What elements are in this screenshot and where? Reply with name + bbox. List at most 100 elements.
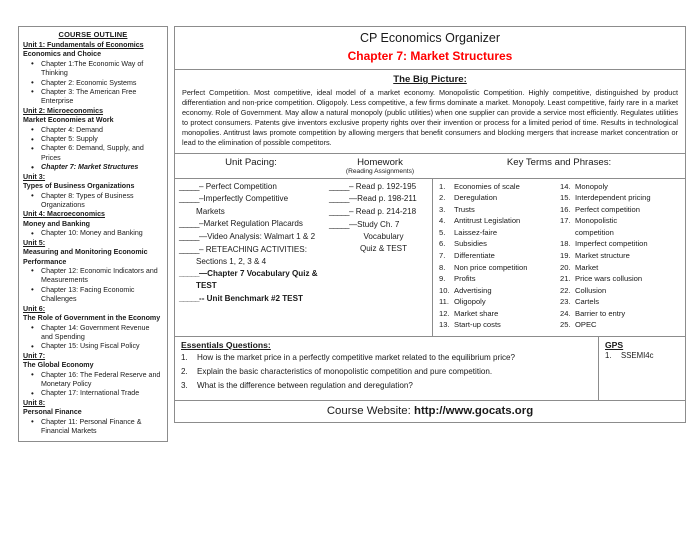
pacing-blank-line[interactable]: _____ — [179, 269, 200, 278]
pacing-blank-line[interactable]: _____ — [179, 194, 200, 203]
homework-blank-line[interactable]: _____ — [329, 220, 350, 229]
homework-item-text-cont: Quiz & TEST — [359, 244, 408, 254]
outline-chapter-list: Chapter 14: Government Revenue and Spend… — [23, 323, 163, 353]
outline-chapter-item[interactable]: Chapter 1:The Economic Way of Thinking — [28, 59, 163, 79]
footer-website: Course Website: http://www.gocats.org — [174, 401, 686, 424]
unit-pacing-heading: Unit Pacing: — [225, 156, 277, 168]
key-terms-list-right: 14. Monopoly 15. Interdependent pricing 16. P… — [560, 181, 681, 331]
key-term-item: 23. Cartels — [560, 296, 681, 308]
outline-chapter-item[interactable]: Chapter 13: Facing Economic Challenges — [28, 285, 163, 305]
outline-unit: Unit 1: Fundamentals of Economics Economi… — [23, 41, 163, 107]
homework-blank-line[interactable]: _____ — [329, 182, 350, 191]
essentials-question-list: 1. How is the market price in a perfectly… — [181, 352, 592, 392]
outline-chapter-item[interactable]: Chapter 5: Supply — [28, 135, 163, 146]
gps-item: 1. SSEMI4c — [605, 351, 680, 360]
unit-pacing-item[interactable]: _____– Perfect Competition — [179, 181, 323, 193]
document-header: CP Economics Organizer Chapter 7: Market… — [174, 26, 686, 71]
key-terms-list-left: 1. Economies of scale 2. Deregulation 3. Trus… — [439, 181, 560, 331]
outline-unit-title: Unit 2: Microeconomics — [23, 106, 104, 115]
homework-item[interactable]: _____– Read p. 214-218 — [329, 206, 428, 218]
key-term-item: 10. Advertising — [439, 285, 560, 297]
key-term-number: 13. — [439, 320, 450, 330]
key-term-text: Advertising — [454, 285, 492, 295]
unit-pacing-item[interactable]: _____-- Unit Benchmark #2 TEST — [179, 293, 323, 305]
course-outline-title: COURSE OUTLINE — [58, 30, 128, 39]
key-term-number: 9. — [439, 274, 446, 284]
outline-chapter-item[interactable]: Chapter 2: Economic Systems — [28, 78, 163, 89]
outline-unit-subhead: Types of Business Organizations — [23, 182, 135, 191]
outline-chapter-item[interactable]: Chapter 11: Personal Finance & Financial… — [28, 417, 163, 437]
pacing-item-text-cont: TEST — [196, 281, 217, 291]
key-term-item: 24. Barrier to entry — [560, 308, 681, 320]
pacing-item-text: – RETEACHING ACTIVITIES: — [199, 244, 307, 254]
essentials-question-text: What is the difference between regulatio… — [197, 381, 413, 391]
key-term-item: 13. Start-up costs — [439, 319, 560, 331]
outline-chapter-item[interactable]: Chapter 17: International Trade — [28, 389, 163, 400]
unit-pacing-item[interactable]: _____– RETEACHING ACTIVITIES: Sections 1,… — [179, 244, 323, 268]
unit-pacing-item[interactable]: _____—Chapter 7 Vocabulary Quiz & TEST — [179, 268, 323, 292]
key-term-number: 16. — [560, 204, 571, 214]
homework-blank-line[interactable]: _____ — [329, 207, 350, 216]
outline-chapter-item[interactable]: Chapter 15: Using Fiscal Policy — [28, 342, 163, 353]
key-term-number: 14. — [560, 181, 571, 191]
pacing-blank-line[interactable]: _____ — [179, 294, 200, 303]
document-page: COURSE OUTLINE Unit 1: Fundamentals of E… — [0, 0, 700, 540]
outline-chapter-item[interactable]: Chapter 3: The American Free Enterprise — [28, 87, 163, 107]
key-term-number: 5. — [439, 227, 446, 237]
essentials-question-number: 2. — [181, 366, 188, 376]
pacing-item-text-cont: Sections 1, 2, 3 & 4 — [196, 256, 267, 266]
key-term-item: 14. Monopoly — [560, 181, 681, 193]
key-term-number: 4. — [439, 216, 446, 226]
outline-chapter-item[interactable]: Chapter 8: Types of Business Organizatio… — [28, 191, 163, 211]
pacing-item-text: —Chapter 7 Vocabulary Quiz & — [199, 269, 318, 279]
homework-item[interactable]: _____—Read p. 198-211 — [329, 193, 428, 205]
page-title: CP Economics Organizer — [359, 31, 501, 45]
outline-unit: Unit 2: Microeconomics Market Economies a… — [23, 106, 163, 174]
key-term-text: Monopolistic — [575, 216, 618, 226]
essentials-heading: Essentials Questions: — [181, 339, 271, 350]
table-body-row: _____– Perfect Competition _____–Imperfec… — [175, 178, 685, 336]
essentials-questions-section: Essentials Questions: 1. How is the marke… — [175, 336, 599, 401]
key-term-item: 9. Profits — [439, 273, 560, 285]
key-term-number: 6. — [439, 239, 446, 249]
gps-item-text: SSEMI4c — [621, 350, 654, 360]
homework-item[interactable]: _____—Study Ch. 7 Vocabulary Quiz & TEST — [329, 219, 428, 255]
key-term-text: Collusion — [575, 285, 607, 295]
outline-chapter-item[interactable]: Chapter 12: Economic Indicators and Meas… — [28, 266, 163, 286]
outline-chapter-item[interactable]: Chapter 14: Government Revenue and Spend… — [28, 323, 163, 343]
outline-unit-title: Unit 4: Macroeconomics — [23, 210, 105, 219]
pacing-blank-line[interactable]: _____ — [179, 219, 200, 228]
course-website-link[interactable]: http://www.gocats.org — [414, 405, 533, 417]
key-term-text: Barrier to entry — [575, 308, 626, 318]
key-terms-column-left: 1. Economies of scale 2. Deregulation 3. Trus… — [439, 181, 560, 331]
key-term-item: 15. Interdependent pricing — [560, 192, 681, 204]
homework-item-text: —Read p. 198-211 — [349, 194, 417, 204]
key-term-text: Monopoly — [575, 181, 608, 191]
course-outline-units: Unit 1: Fundamentals of Economics Economi… — [23, 41, 163, 437]
outline-chapter-item[interactable]: Chapter 10: Money and Banking — [28, 229, 163, 240]
key-term-number: 2. — [439, 193, 446, 203]
homework-item[interactable]: _____– Read p. 192-195 — [329, 181, 428, 193]
key-term-number: 12. — [439, 308, 450, 318]
unit-pacing-item[interactable]: _____–Market Regulation Placards — [179, 218, 323, 230]
pacing-item-text-cont: Markets — [196, 206, 225, 216]
outline-chapter-item[interactable]: Chapter 4: Demand — [28, 125, 163, 136]
homework-blank-line[interactable]: _____ — [329, 194, 350, 203]
key-term-item: 4. Antitrust Legislation — [439, 215, 560, 227]
unit-pacing-item[interactable]: _____—Video Analysis: Walmart 1 & 2 — [179, 231, 323, 243]
outline-chapter-item-current[interactable]: Chapter 7: Market Structures — [28, 163, 163, 174]
homework-item-text: – Read p. 192-195 — [349, 181, 417, 191]
outline-unit: Unit 4: MacroeconomicsMoney and BankingC… — [23, 210, 163, 240]
outline-unit-subhead: The Global Economy — [23, 361, 94, 370]
key-term-item: 20. Market — [560, 262, 681, 274]
pacing-blank-line[interactable]: _____ — [179, 245, 200, 254]
key-term-number: 17. — [560, 216, 571, 226]
unit-pacing-item[interactable]: _____–Imperfectly Competitive Markets — [179, 193, 323, 217]
outline-chapter-item[interactable]: Chapter 16: The Federal Reserve and Mone… — [28, 370, 163, 390]
pacing-blank-line[interactable]: _____ — [179, 182, 200, 191]
pacing-blank-line[interactable]: _____ — [179, 232, 200, 241]
key-term-number: 1. — [439, 181, 446, 191]
outline-chapter-item[interactable]: Chapter 6: Demand, Supply, and Prices — [28, 144, 163, 163]
unit-pacing-list: _____– Perfect Competition _____–Imperfec… — [179, 179, 323, 305]
homework-item-text: —Study Ch. 7 — [349, 219, 400, 229]
